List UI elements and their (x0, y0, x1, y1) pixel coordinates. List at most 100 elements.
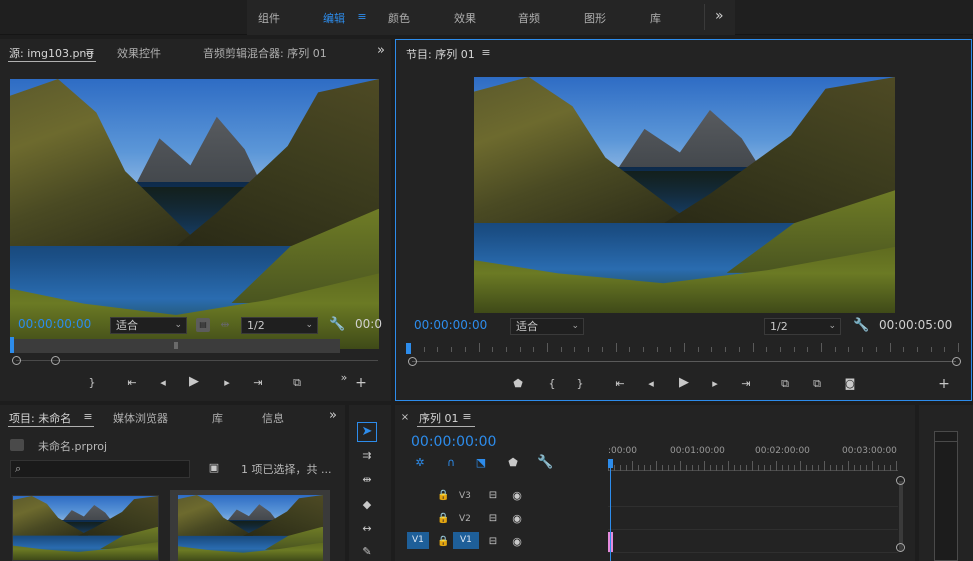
project-more-icon[interactable]: » (329, 408, 337, 423)
step-back-icon[interactable]: ◂ (644, 377, 658, 391)
project-thumbnail-1[interactable] (12, 495, 159, 561)
step-forward-icon[interactable]: ▸ (708, 377, 722, 391)
program-fit-dropdown[interactable]: 适合 ⌄ (510, 318, 584, 335)
go-to-out-icon[interactable]: ⇥ (250, 376, 266, 390)
v1-source-patch[interactable]: V1 (407, 532, 429, 549)
timeline-close-icon[interactable]: × (400, 411, 410, 425)
export-frame-icon[interactable]: ◙ (842, 377, 858, 391)
go-to-out-icon[interactable]: ⇥ (738, 377, 754, 391)
source-transport-more-icon[interactable]: » (338, 371, 350, 385)
v2-eye-icon[interactable]: ◉ (511, 512, 523, 526)
timeline-scroll-bottom-handle[interactable] (896, 543, 905, 552)
project-search-input[interactable]: ⌕ (10, 460, 190, 478)
program-menu-icon[interactable]: ≡ (480, 46, 492, 60)
workspace-menu-icon[interactable]: ≡ (356, 10, 368, 24)
selection-tool-icon[interactable]: ➤ (357, 422, 377, 442)
slip-tool-icon[interactable]: ↔ (358, 522, 376, 536)
program-wrench-icon[interactable]: 🔧 (853, 319, 869, 333)
step-back-icon[interactable]: ◂ (156, 376, 170, 390)
mark-out-icon[interactable]: } (574, 377, 586, 391)
program-range-end-handle[interactable] (952, 357, 961, 366)
program-ruler[interactable] (410, 343, 959, 353)
source-wrench-icon[interactable]: 🔧 (329, 318, 345, 332)
workspace-tab-editing[interactable]: 编辑 (323, 10, 345, 26)
timeline-scroll-top-handle[interactable] (896, 476, 905, 485)
go-to-in-icon[interactable]: ⇤ (124, 376, 140, 390)
v3-sync-icon[interactable]: ⊟ (487, 489, 499, 503)
source-more-icon[interactable]: » (377, 43, 385, 58)
v3-lock-icon[interactable]: 🔒 (437, 489, 449, 503)
v1-track-lane[interactable] (608, 531, 898, 553)
v2-sync-icon[interactable]: ⊟ (487, 512, 499, 526)
timeline-timecode[interactable]: 00:00:00:00 (411, 434, 496, 450)
mark-out-icon[interactable]: } (86, 376, 98, 390)
source-tab[interactable]: 源: img103.png (9, 45, 93, 61)
audio-clip-mixer-tab[interactable]: 音频剪辑混合器: 序列 01 (203, 45, 327, 61)
source-settings-icon[interactable]: ▤ (196, 318, 210, 332)
timeline-settings-icon[interactable]: 🔧 (537, 456, 553, 470)
v1-sync-icon[interactable]: ⊟ (487, 535, 499, 549)
workspace-tab-audio[interactable]: 音频 (518, 10, 540, 26)
snap-icon[interactable]: ∩ (444, 456, 458, 470)
effect-controls-tab[interactable]: 效果控件 (117, 45, 161, 61)
linked-selection-icon[interactable]: ⬔ (474, 456, 488, 470)
source-playhead[interactable] (10, 337, 14, 353)
timeline-scrollbar[interactable] (899, 481, 903, 551)
add-marker-icon[interactable]: ⬟ (512, 377, 524, 391)
info-tab[interactable]: 信息 (262, 410, 284, 426)
source-timecode[interactable]: 00:00:00:00 (18, 317, 91, 331)
v1-eye-icon[interactable]: ◉ (511, 535, 523, 549)
razor-tool-icon[interactable]: ◆ (358, 498, 376, 512)
insert-overwrite-icon[interactable]: ⧉ (288, 376, 306, 390)
new-bin-icon[interactable]: ▣ (206, 461, 222, 475)
program-resolution-dropdown[interactable]: 1/2 ⌄ (764, 318, 841, 335)
timeline-ruler-tick (614, 465, 615, 471)
source-fit-dropdown[interactable]: 适合 ⌄ (110, 317, 187, 334)
v3-eye-icon[interactable]: ◉ (511, 489, 523, 503)
workspace-tab-assembly[interactable]: 组件 (258, 10, 280, 26)
program-add-button-icon[interactable]: + (937, 377, 951, 391)
timeline-menu-icon[interactable]: ≡ (461, 410, 473, 424)
v2-track-lane[interactable] (608, 508, 898, 530)
source-range-mid-handle[interactable] (51, 356, 60, 365)
nest-toggle-icon[interactable]: ✲ (413, 456, 427, 470)
pen-tool-icon[interactable]: ✎ (358, 545, 376, 559)
program-tab[interactable]: 节目: 序列 01 (406, 46, 475, 62)
mark-in-icon[interactable]: { (546, 377, 558, 391)
ripple-edit-tool-icon[interactable]: ⇹ (358, 473, 376, 487)
libraries-tab[interactable]: 库 (212, 410, 223, 426)
project-thumbnail-2[interactable] (178, 495, 323, 561)
media-browser-tab[interactable]: 媒体浏览器 (113, 410, 168, 426)
track-select-tool-icon[interactable]: ⇉ (358, 449, 376, 463)
step-forward-icon[interactable]: ▸ (220, 376, 234, 390)
v3-track-lane[interactable] (608, 485, 898, 507)
go-to-in-icon[interactable]: ⇤ (612, 377, 628, 391)
project-menu-icon[interactable]: ≡ (82, 410, 94, 424)
source-range-bar[interactable] (16, 360, 378, 361)
workspace-tab-graphics[interactable]: 图形 (584, 10, 606, 26)
program-range-bar[interactable] (412, 361, 956, 362)
source-menu-icon[interactable]: ≡ (84, 45, 96, 59)
play-icon[interactable]: ▶ (186, 375, 202, 389)
workspace-tab-effects[interactable]: 效果 (454, 10, 476, 26)
add-marker-icon[interactable]: ⬟ (507, 456, 519, 470)
timeline-tab[interactable]: 序列 01 (419, 410, 459, 426)
program-range-start-handle[interactable] (408, 357, 417, 366)
extract-icon[interactable]: ⧉ (808, 377, 826, 391)
play-icon[interactable]: ▶ (676, 376, 692, 390)
source-add-button-icon[interactable]: + (354, 376, 368, 390)
workspace-more-icon[interactable]: » (715, 8, 724, 24)
workspace-tab-libraries[interactable]: 库 (650, 10, 661, 26)
program-timecode[interactable]: 00:00:00:00 (414, 318, 487, 332)
project-tab[interactable]: 项目: 未命名 (9, 410, 71, 426)
v1-lock-icon[interactable]: 🔒 (437, 535, 449, 549)
source-insert-icon[interactable]: ⇹ (218, 318, 232, 332)
source-resolution-dropdown[interactable]: 1/2 ⌄ (241, 317, 318, 334)
v2-lock-icon[interactable]: 🔒 (437, 512, 449, 526)
v1-target-patch[interactable]: V1 (453, 532, 479, 549)
program-playhead[interactable] (406, 343, 411, 354)
timeline-ruler[interactable] (608, 459, 898, 471)
workspace-tab-color[interactable]: 颜色 (388, 10, 410, 26)
lift-icon[interactable]: ⧉ (776, 377, 794, 391)
source-range-start-handle[interactable] (12, 356, 21, 365)
